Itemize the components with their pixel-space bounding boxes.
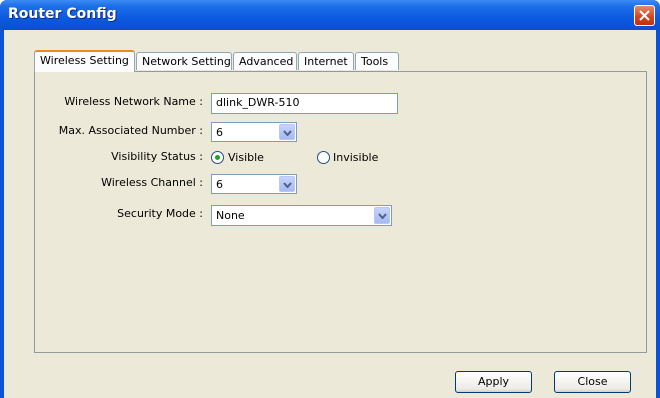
network-name-label: Wireless Network Name : xyxy=(64,95,203,108)
visibility-label: Visibility Status : xyxy=(111,150,203,163)
max-associated-dropdown-button[interactable] xyxy=(279,124,295,140)
tab-wireless-setting[interactable]: Wireless Setting xyxy=(34,50,135,72)
radio-selected-dot xyxy=(215,155,220,160)
apply-button[interactable]: Apply xyxy=(455,371,532,393)
security-mode-select[interactable]: None xyxy=(211,205,392,226)
wireless-settings-panel: Wireless Network Name : dlink_DWR-510 Ma… xyxy=(34,71,647,353)
wireless-channel-select[interactable]: 6 xyxy=(211,174,297,194)
tab-label: Network Setting xyxy=(142,55,231,68)
tab-advanced[interactable]: Advanced xyxy=(233,52,297,70)
invisible-radio-label: Invisible xyxy=(333,151,379,164)
visible-radio-label: Visible xyxy=(228,151,264,164)
chevron-down-icon xyxy=(378,213,387,219)
wireless-channel-label: Wireless Channel : xyxy=(101,176,203,189)
router-config-window: Router Config Wireless Setting Network S… xyxy=(0,0,660,398)
dialog-body: Wireless Setting Network Setting Advance… xyxy=(4,30,656,398)
invisible-radio[interactable] xyxy=(317,151,330,164)
close-button[interactable]: Close xyxy=(554,371,631,393)
tab-label: Internet xyxy=(304,55,348,68)
wireless-channel-dropdown-button[interactable] xyxy=(279,176,295,192)
tab-label: Tools xyxy=(361,55,389,68)
security-mode-value: None xyxy=(216,209,245,222)
wireless-channel-value: 6 xyxy=(216,178,223,191)
network-name-input[interactable]: dlink_DWR-510 xyxy=(211,93,398,114)
window-title: Router Config xyxy=(8,6,117,22)
tab-label: Advanced xyxy=(239,55,294,68)
tab-tools[interactable]: Tools xyxy=(355,52,399,70)
close-icon xyxy=(639,10,650,21)
tab-internet[interactable]: Internet xyxy=(298,52,354,70)
tab-label: Wireless Setting xyxy=(40,54,129,67)
chevron-down-icon xyxy=(283,182,292,188)
security-mode-dropdown-button[interactable] xyxy=(374,207,390,224)
network-name-value: dlink_DWR-510 xyxy=(216,96,300,109)
max-associated-label: Max. Associated Number : xyxy=(58,124,203,137)
visible-radio[interactable] xyxy=(211,151,224,164)
max-associated-select[interactable]: 6 xyxy=(211,122,297,142)
security-mode-label: Security Mode : xyxy=(117,207,203,220)
tab-network-setting[interactable]: Network Setting xyxy=(136,52,232,70)
chevron-down-icon xyxy=(283,130,292,136)
title-bar[interactable]: Router Config xyxy=(0,0,660,30)
window-close-button[interactable] xyxy=(634,5,655,26)
max-associated-value: 6 xyxy=(216,126,223,139)
